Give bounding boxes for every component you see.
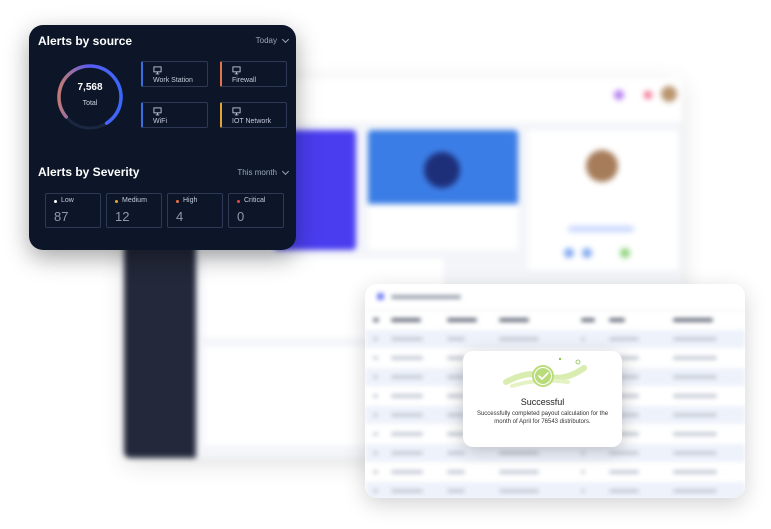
success-modal: Successful Successfully completed payout… [463, 351, 622, 447]
chevron-down-icon [281, 167, 290, 175]
source-workstation[interactable]: Work Station [141, 61, 208, 87]
monitor-icon [153, 107, 162, 116]
table-icon [377, 293, 384, 300]
source-filter-dropdown[interactable]: Today [255, 35, 290, 45]
source-iot-network[interactable]: IOT Network [220, 102, 287, 128]
table-column-header [365, 311, 745, 329]
severity-dot [176, 200, 179, 203]
source-label: Work Station [153, 77, 193, 84]
severity-value: 0 [237, 209, 245, 224]
monitor-icon [232, 107, 241, 116]
table-row [365, 330, 745, 348]
severity-label: Medium [122, 197, 147, 204]
severity-high[interactable]: High 4 [167, 193, 223, 228]
source-filter-label: Today [255, 36, 277, 45]
severity-critical[interactable]: Critical 0 [228, 193, 284, 228]
chevron-down-icon [281, 35, 290, 43]
monitor-icon [232, 66, 241, 75]
severity-value: 4 [176, 209, 184, 224]
source-label: IOT Network [232, 118, 272, 125]
source-wifi[interactable]: WiFi [141, 102, 208, 128]
severity-value: 87 [54, 209, 69, 224]
severity-label: Critical [244, 197, 266, 204]
severity-low[interactable]: Low 87 [45, 193, 101, 228]
alerts-by-source-title: Alerts by source [38, 34, 133, 48]
modal-title: Successful [520, 397, 565, 407]
severity-medium[interactable]: Medium 12 [106, 193, 162, 228]
severity-dot [237, 200, 240, 203]
background-profile-card [528, 130, 678, 270]
success-check-icon [503, 357, 587, 388]
source-label: WiFi [153, 118, 167, 125]
severity-label: High [183, 197, 198, 204]
table-row [365, 463, 745, 481]
background-card [368, 130, 518, 250]
total-alerts-ring-chart [57, 64, 123, 130]
severity-dot [54, 200, 57, 203]
table-header [365, 284, 745, 311]
monitor-icon [153, 66, 162, 75]
total-alerts-label: Total [82, 100, 98, 107]
total-alerts-value: 7,568 [77, 82, 103, 93]
severity-value: 12 [115, 209, 130, 224]
severity-label: Low [61, 197, 74, 204]
severity-filter-dropdown[interactable]: This month [237, 167, 290, 177]
alerts-panel: Alerts by source Today 7,568 Total Work … [29, 25, 296, 250]
alerts-by-severity-title: Alerts by Severity [38, 165, 140, 179]
source-firewall[interactable]: Firewall [220, 61, 287, 87]
table-row [365, 482, 745, 498]
modal-message: Successfully completed payout calculatio… [476, 411, 609, 425]
severity-filter-label: This month [237, 168, 277, 177]
source-label: Firewall [232, 77, 257, 84]
severity-dot [115, 200, 118, 203]
